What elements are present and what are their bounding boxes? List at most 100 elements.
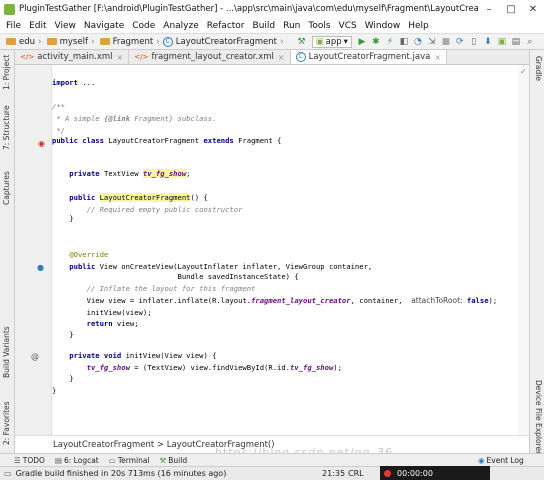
xml-file-icon: </> <box>20 53 35 61</box>
right-tool-strip: Gradle Device File Explorer <box>529 50 544 454</box>
menu-tools[interactable]: Tools <box>304 21 334 31</box>
device-icon[interactable]: ▣ <box>495 37 509 47</box>
search-icon[interactable]: ⌕ <box>523 37 537 47</box>
recording-widget[interactable]: 00:00:00 <box>380 466 490 480</box>
nav-crumb-edu[interactable]: edu <box>4 37 35 47</box>
tool-structure[interactable]: 7: Structure <box>2 105 11 150</box>
tool-captures[interactable]: Captures <box>2 171 11 205</box>
nav-crumb-label: myself <box>59 36 88 47</box>
recording-timer: 00:00:00 <box>397 468 433 478</box>
close-icon[interactable]: × <box>117 53 124 62</box>
stop-icon[interactable]: ■ <box>439 37 453 47</box>
avd-manager-icon[interactable]: ▯ <box>467 37 481 47</box>
code-editor[interactable]: import ... /** * A simple {@link Fragmen… <box>52 65 518 435</box>
tab-activity-main[interactable]: </> activity_main.xml × <box>15 50 130 64</box>
close-icon[interactable]: × <box>278 53 285 62</box>
code-line: @Override <box>52 250 109 259</box>
tool-build[interactable]: ⚒ Build <box>160 456 188 465</box>
menu-navigate[interactable]: Navigate <box>80 21 128 31</box>
tool-gradle[interactable]: Gradle <box>534 56 543 81</box>
event-log-icon: ◉ <box>478 455 485 465</box>
apply-changes-icon[interactable]: ⚡ <box>383 37 397 47</box>
tool-event-log[interactable]: ◉ Event Log <box>478 456 524 465</box>
code-token: LayoutCreatorFragment <box>99 193 191 202</box>
override-icon[interactable]: ● <box>37 263 44 272</box>
menu-window[interactable]: Window <box>361 21 405 31</box>
code-token: tv_fg_show <box>142 169 187 178</box>
run-icon[interactable]: ▶ <box>355 37 369 47</box>
menu-bar: File Edit View Navigate Code Analyze Ref… <box>0 18 544 33</box>
code-line: * A simple {@link Fragment} subclass. <box>52 113 216 125</box>
maximize-button[interactable]: □ <box>500 4 522 15</box>
code-token: false <box>462 296 489 305</box>
menu-vcs[interactable]: VCS <box>335 21 361 31</box>
caret-position[interactable]: 21:35 <box>322 469 345 478</box>
code-token: ... <box>77 78 96 87</box>
run-config-select[interactable]: ▣ app ▾ <box>311 35 352 48</box>
folder-icon <box>6 38 16 45</box>
attach-debugger-icon[interactable]: ⇲ <box>425 37 439 47</box>
menu-refactor[interactable]: Refactor <box>203 21 249 31</box>
tab-fragment-layout-creator[interactable]: </> fragment_layout_creator.xml × <box>129 50 291 64</box>
check-icon: ✓ <box>520 67 527 76</box>
toolbar: ⚒ ▣ app ▾ ▶ ✱ ⚡ ◧ ◔ ⇲ ■ ⟳ ▯ ⬇ ▣ ▤ ⌕ <box>295 35 537 48</box>
menu-help[interactable]: Help <box>404 21 433 31</box>
class-gutter-icon[interactable]: ◉ <box>38 139 45 148</box>
parameter-hint: attachToRoot: <box>411 296 463 305</box>
menu-build[interactable]: Build <box>249 21 280 31</box>
menu-view[interactable]: View <box>51 21 80 31</box>
hammer-icon[interactable]: ⚒ <box>295 37 309 47</box>
sync-gradle-icon[interactable]: ⟳ <box>453 37 467 47</box>
tool-terminal[interactable]: ▭ Terminal <box>109 456 150 465</box>
tab-label: activity_main.xml <box>37 52 113 62</box>
code-line: } <box>52 330 74 339</box>
code-token: = (TextView) view.findViewById(R.id. <box>129 363 291 372</box>
class-icon: C <box>295 52 306 62</box>
code-token: extends <box>203 136 239 145</box>
sdk-manager-icon[interactable]: ⬇ <box>481 37 495 47</box>
xml-file-icon: </> <box>134 53 149 61</box>
at-icon[interactable]: @ <box>31 352 39 361</box>
tool-build-variants[interactable]: Build Variants <box>2 326 11 378</box>
project-structure-icon[interactable]: ▤ <box>509 37 523 47</box>
code-token: * A simple <box>52 114 104 123</box>
menu-code[interactable]: Code <box>128 21 159 31</box>
code-line: import ... <box>52 77 95 89</box>
tool-favorites[interactable]: 2: Favorites <box>2 401 11 445</box>
nav-crumb-class[interactable]: C LayoutCreatorFragment <box>162 36 277 47</box>
tool-label: Terminal <box>117 455 150 465</box>
tab-layout-creator-fragment[interactable]: C LayoutCreatorFragment.java × <box>290 50 448 64</box>
code-token: Fragment { <box>238 136 282 145</box>
nav-crumb-fragment[interactable]: Fragment <box>98 37 153 47</box>
tool-logcat[interactable]: ▤ 6: Logcat <box>55 456 99 465</box>
editor-scrollbar[interactable]: ✓ <box>518 65 529 435</box>
code-token: {@link <box>103 114 130 123</box>
line-separator[interactable]: CRL <box>348 469 364 478</box>
menu-run[interactable]: Run <box>279 21 304 31</box>
run-config-label: app <box>325 36 342 47</box>
logcat-icon: ▤ <box>54 455 62 465</box>
list-icon: ☰ <box>14 455 21 465</box>
record-icon <box>384 469 391 477</box>
debug-icon[interactable]: ✱ <box>369 37 383 47</box>
nav-crumb-myself[interactable]: myself <box>45 37 88 47</box>
tab-label: fragment_layout_creator.xml <box>151 52 274 62</box>
terminal-icon: ▭ <box>108 455 116 465</box>
tool-todo[interactable]: ☰ TODO <box>14 456 45 465</box>
tool-project[interactable]: 1: Project <box>2 55 11 90</box>
editor-gutter: ◉ 💡 ● @ <box>15 65 63 435</box>
tool-device-file-explorer[interactable]: Device File Explorer <box>534 380 543 454</box>
menu-file[interactable]: File <box>2 21 25 31</box>
profiler-icon[interactable]: ◔ <box>411 37 425 47</box>
coverage-icon[interactable]: ◧ <box>397 37 411 47</box>
close-icon[interactable]: × <box>434 53 441 62</box>
close-button[interactable]: ✕ <box>522 4 544 15</box>
menu-edit[interactable]: Edit <box>25 21 50 31</box>
minimize-button[interactable]: – <box>478 4 500 15</box>
navigation-bar: edu › myself › Fragment › C LayoutCreator… <box>0 33 544 50</box>
menu-analyze[interactable]: Analyze <box>159 21 202 31</box>
code-line: Bundle savedInstanceState) { <box>52 272 299 281</box>
code-token: View onCreateView(LayoutInflater inflate… <box>99 262 373 271</box>
left-tool-strip: 1: Project 7: Structure Captures Build V… <box>0 50 15 453</box>
